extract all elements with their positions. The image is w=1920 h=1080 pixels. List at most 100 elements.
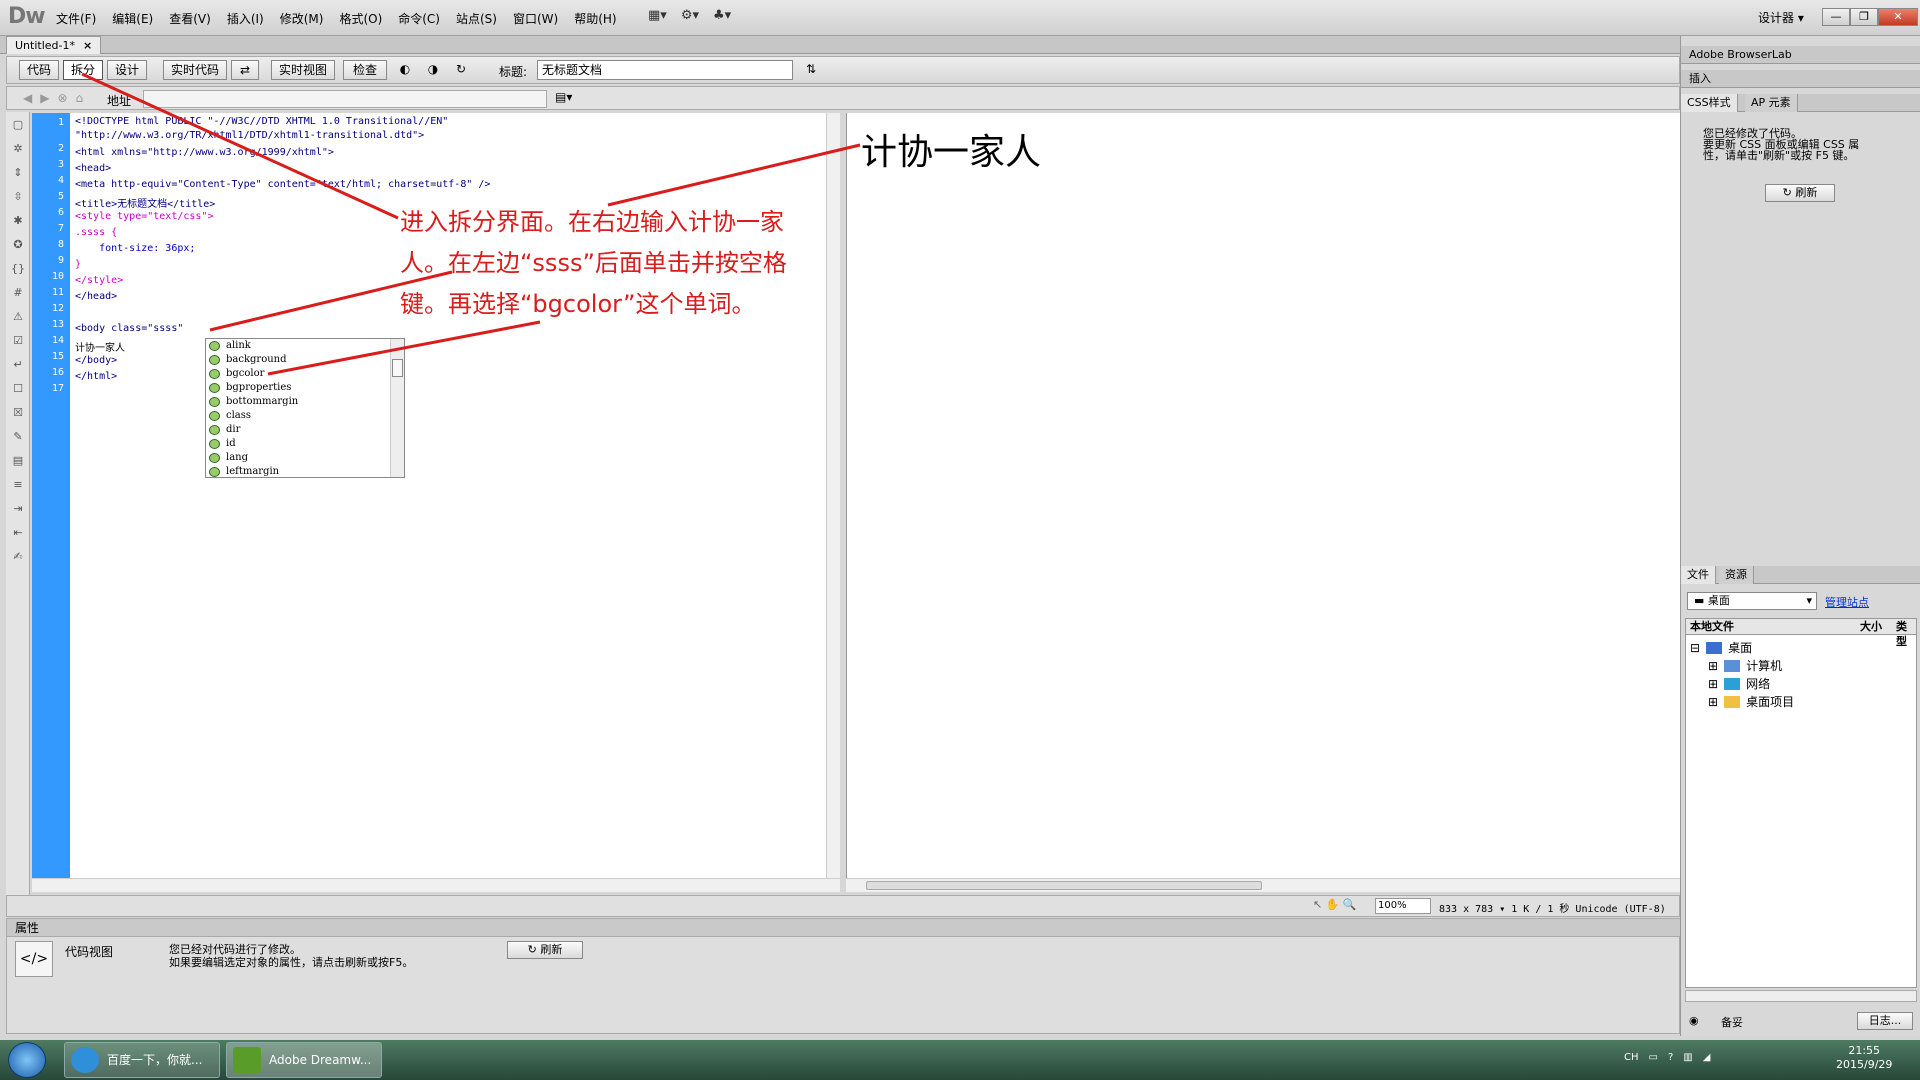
input-language[interactable]: CH [1624,1052,1639,1063]
tab-files[interactable]: 文件 [1681,566,1716,584]
design-view[interactable]: 计协一家人 [846,113,1680,878]
file-management-icon[interactable]: ⇅ [799,60,823,80]
files-horizontal-scrollbar[interactable] [1685,990,1917,1002]
menu-file[interactable]: 文件(F) [56,10,96,27]
live-view-button[interactable]: 实时视图 [271,60,335,80]
properties-refresh-button[interactable]: ↻ 刷新 [507,941,583,959]
browserlab-panel-header[interactable]: Adobe BrowserLab [1681,46,1920,64]
menu-site[interactable]: 站点(S) [456,10,497,27]
list-item[interactable]: id [206,437,404,451]
keyboard-icon[interactable]: ▭ [1649,1052,1658,1063]
show-code-navigator-icon[interactable]: ✲ [9,142,27,160]
menu-view[interactable]: 查看(V) [169,10,211,27]
code-view-button[interactable]: 代码 [19,60,59,80]
menu-commands[interactable]: 命令(C) [398,10,440,27]
format-source-icon[interactable]: ✍ [9,550,27,568]
list-item[interactable]: bottommargin [206,395,404,409]
syntax-error-icon[interactable]: ☑ [9,334,27,352]
live-code-button[interactable]: 实时代码 [163,60,227,80]
highlight-invalid-icon[interactable]: ⚠ [9,310,27,328]
apply-comment-icon[interactable]: ☐ [9,382,27,400]
select-parent-tag-icon[interactable]: ✪ [9,238,27,256]
list-item[interactable]: bgcolor [206,367,404,381]
list-item[interactable]: lang [206,451,404,465]
move-css-icon[interactable]: ≡ [9,478,27,496]
site-select[interactable]: ▬ 桌面 ▾ [1687,592,1817,610]
tree-item-network[interactable]: ⊞ 网络 [1708,675,1770,692]
properties-title[interactable]: 属性 [7,919,1681,937]
design-horizontal-scrollbar[interactable] [846,878,1680,892]
volume-icon[interactable]: ◢ [1703,1052,1711,1063]
hint-scrollbar[interactable] [390,339,404,477]
live-code-options-icon[interactable]: ⇄ [231,60,259,80]
menu-edit[interactable]: 编辑(E) [112,10,153,27]
css-refresh-button[interactable]: ↻ 刷新 [1765,184,1835,202]
tree-item-computer[interactable]: ⊞ 计算机 [1708,657,1782,674]
tab-assets[interactable]: 资源 [1719,566,1754,584]
zoom-select[interactable]: 100% [1375,898,1431,914]
stop-icon[interactable]: ⊗ [57,91,67,105]
home-icon[interactable]: ⌂ [76,91,84,105]
code-horizontal-scrollbar[interactable] [32,878,840,892]
title-input[interactable]: 无标题文档 [537,60,793,80]
expand-all-icon[interactable]: ✱ [9,214,27,232]
list-item[interactable]: class [206,409,404,423]
outdent-icon[interactable]: ⇤ [9,526,27,544]
expand-icon[interactable]: ⊞ [1708,695,1718,709]
forward-icon[interactable]: ▶ [40,91,49,105]
start-button[interactable] [8,1042,46,1078]
taskbar-item-dreamweaver[interactable]: Adobe Dreamw... [226,1042,382,1078]
browser-options-icon[interactable]: ▤▾ [555,90,572,104]
globe-icon[interactable]: ◐ [393,60,417,80]
column-size[interactable]: 大小 [1860,619,1882,634]
insert-panel-header[interactable]: 插入 [1681,70,1920,88]
tab-ap-elements[interactable]: AP 元素 [1745,94,1798,112]
balance-braces-icon[interactable]: {} [9,262,27,280]
menu-help[interactable]: 帮助(H) [574,10,616,27]
code-vertical-scrollbar[interactable] [826,113,840,878]
recent-snippets-icon[interactable]: ▤ [9,454,27,472]
select-tool-icon[interactable]: ↖ ✋ 🔍 [1313,898,1357,911]
list-item[interactable]: dir [206,423,404,437]
design-body-text[interactable]: 计协一家人 [861,123,1041,175]
log-button[interactable]: 日志... [1857,1012,1913,1030]
list-item[interactable]: bgproperties [206,381,404,395]
back-icon[interactable]: ◀ [23,91,32,105]
indent-icon[interactable]: ⇥ [9,502,27,520]
collapse-selection-icon[interactable]: ⇳ [9,190,27,208]
site-icon[interactable]: ♣▾ [713,8,731,23]
menu-insert[interactable]: 插入(I) [227,10,264,27]
minimize-button[interactable]: — [1822,8,1850,26]
inspect-button[interactable]: 检查 [343,60,387,80]
layout-icon[interactable]: ▦▾ [648,8,667,23]
list-item[interactable]: leftmargin [206,465,404,477]
network-tray-icon[interactable]: ▥ [1683,1052,1692,1063]
remove-comment-icon[interactable]: ☒ [9,406,27,424]
word-wrap-icon[interactable]: ↵ [9,358,27,376]
manage-sites-link[interactable]: 管理站点 [1825,594,1869,610]
column-type[interactable]: 类型 [1896,619,1916,649]
design-view-button[interactable]: 设计 [107,60,147,80]
line-numbers-icon[interactable]: # [9,286,27,304]
taskbar-item-ie[interactable]: 百度一下，你就... [64,1042,220,1078]
tab-css-styles[interactable]: CSS样式 [1681,94,1738,112]
close-icon[interactable]: × [83,39,92,52]
hint-scroll-thumb[interactable] [392,359,403,377]
maximize-button[interactable]: ❐ [1850,8,1878,26]
column-local-files[interactable]: 本地文件 [1690,619,1734,634]
preview-icon[interactable]: ◑ [421,60,445,80]
document-tab[interactable]: Untitled-1* × [6,36,102,54]
gear-icon[interactable]: ⚙▾ [681,8,699,23]
split-view-button[interactable]: 拆分 [63,60,103,80]
menu-format[interactable]: 格式(O) [339,10,382,27]
help-icon[interactable]: ? [1668,1052,1673,1063]
clock[interactable]: 21:55 2015/9/29 [1836,1044,1892,1072]
window-size-info[interactable]: 833 x 783 ▾ 1 K / 1 秒 Unicode (UTF-8) [1439,900,1666,915]
code-hint-list[interactable]: alink background bgcolor bgproperties bo… [205,338,405,478]
open-documents-icon[interactable]: ▢ [9,118,27,136]
menu-modify[interactable]: 修改(M) [280,10,324,27]
refresh-icon[interactable]: ↻ [449,60,473,80]
expand-icon[interactable]: ⊞ [1708,677,1718,691]
workspace-switcher[interactable]: 设计器 ▾ [1758,9,1804,26]
list-item[interactable]: background [206,353,404,367]
